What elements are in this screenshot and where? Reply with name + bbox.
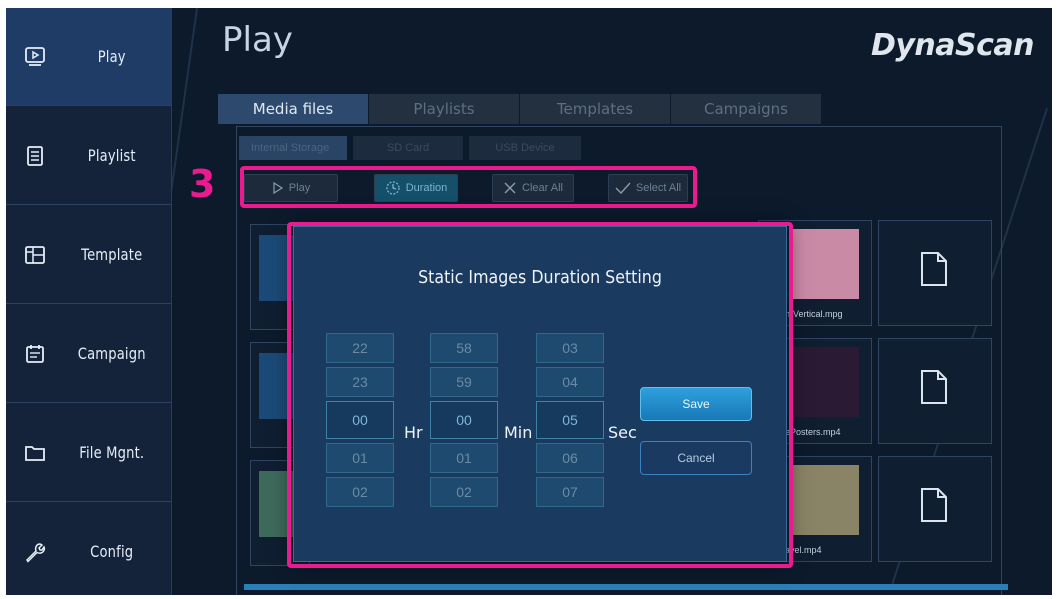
file-icon — [921, 370, 947, 404]
wrench-icon — [22, 539, 48, 565]
tab-playlists[interactable]: Playlists — [369, 94, 519, 124]
file-icon — [921, 488, 947, 522]
file-thumbnail — [789, 347, 859, 417]
sidebar-item-label: File Mgnt. — [79, 443, 145, 462]
sidebar-item-playlist[interactable]: Playlist — [6, 107, 172, 205]
tab-sd-card[interactable]: SD Card — [353, 136, 463, 160]
sidebar-item-campaign[interactable]: Campaign — [6, 305, 172, 403]
sidebar-item-file-mgnt[interactable]: File Mgnt. — [6, 404, 172, 502]
sidebar-item-template[interactable]: Template — [6, 206, 172, 304]
tab-bar: Media files Playlists Templates Campaign… — [218, 94, 822, 124]
list-icon — [22, 143, 48, 169]
file-tile[interactable] — [878, 338, 992, 444]
tab-internal-storage[interactable]: Internal Storage — [239, 136, 347, 160]
callout-box-dialog — [287, 222, 793, 568]
file-thumbnail — [789, 465, 859, 535]
sidebar-item-label: Template — [81, 245, 143, 264]
storage-tabs: Internal Storage SD Card USB Device — [239, 136, 587, 160]
app-frame: Play Playlist Template Campaign File Mgn… — [6, 8, 1052, 595]
sidebar-item-label: Campaign — [77, 344, 146, 363]
callout-number: 3 — [189, 162, 216, 206]
file-icon — [921, 252, 947, 286]
template-icon — [22, 242, 48, 268]
tab-usb-device[interactable]: USB Device — [469, 136, 581, 160]
tab-templates[interactable]: Templates — [520, 94, 670, 124]
sidebar-item-label: Config — [90, 542, 134, 561]
tab-campaigns[interactable]: Campaigns — [671, 94, 821, 124]
tab-media-files[interactable]: Media files — [218, 94, 368, 124]
callout-box-toolbar — [240, 166, 697, 208]
file-tile[interactable] — [878, 220, 992, 326]
play-icon — [22, 44, 48, 70]
sidebar: Play Playlist Template Campaign File Mgn… — [6, 8, 172, 595]
scrollbar[interactable] — [244, 584, 1008, 590]
folder-icon — [22, 440, 48, 466]
file-tile[interactable] — [878, 456, 992, 562]
brand-logo: DynaScan — [870, 28, 1035, 63]
sidebar-item-label: Play — [97, 47, 126, 66]
sidebar-item-label: Playlist — [87, 146, 136, 165]
campaign-icon — [22, 341, 48, 367]
sidebar-item-config[interactable]: Config — [6, 503, 172, 595]
sidebar-item-play[interactable]: Play — [6, 8, 172, 106]
page-title: Play — [222, 20, 293, 60]
file-thumbnail — [789, 229, 859, 299]
